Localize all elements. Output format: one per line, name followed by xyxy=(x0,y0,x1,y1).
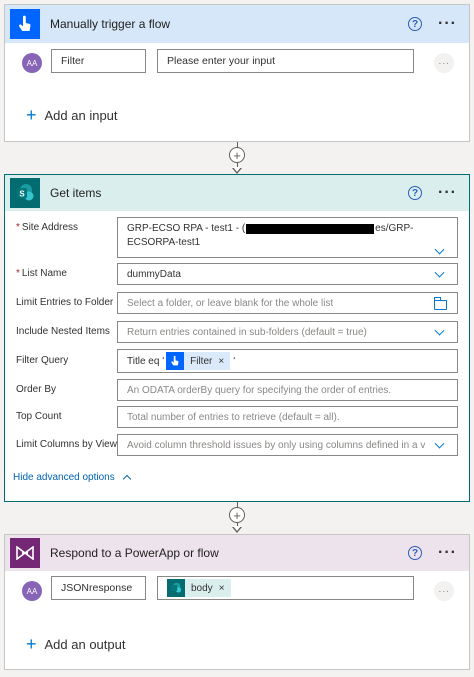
plus-icon: + xyxy=(26,634,37,654)
chevron-down-icon[interactable] xyxy=(434,267,445,278)
more-options-icon[interactable]: ··· xyxy=(438,545,457,561)
input-name-field[interactable]: Filter xyxy=(51,49,146,73)
limit-columns-field[interactable]: Avoid column threshold issues by only us… xyxy=(117,434,458,456)
limit-columns-label: Limit Columns by View xyxy=(16,439,117,450)
output-name-field[interactable]: JSONresponse xyxy=(51,576,146,600)
chevron-up-icon xyxy=(122,474,131,484)
limit-folder-field[interactable]: Select a folder, or leave blank for the … xyxy=(117,292,458,314)
order-by-placeholder: An ODATA orderBy query for specifying th… xyxy=(127,384,392,396)
filter-token-label: Filter xyxy=(190,355,213,367)
output-value-field[interactable]: body × xyxy=(157,576,414,600)
respond-title: Respond to a PowerApp or flow xyxy=(50,546,219,560)
filter-query-prefix: Title eq ' xyxy=(127,355,165,367)
chevron-down-icon[interactable] xyxy=(434,325,445,336)
plus-icon: + xyxy=(26,105,37,125)
arrow-down-icon xyxy=(232,526,242,533)
sharepoint-icon xyxy=(167,579,185,597)
add-output-label: Add an output xyxy=(44,636,126,652)
close-icon[interactable]: × xyxy=(219,583,225,594)
insert-step-button[interactable]: + xyxy=(229,507,245,523)
limit-folder-label: Limit Entries to Folder xyxy=(16,297,114,308)
list-name-value: dummyData xyxy=(127,268,181,280)
list-name-field[interactable]: dummyData xyxy=(117,263,458,285)
respond-card: Respond to a PowerApp or flow ? ··· AA J… xyxy=(4,534,470,670)
chevron-down-icon[interactable] xyxy=(434,244,445,255)
list-name-label: * List Name xyxy=(16,268,67,279)
insert-step-button[interactable]: + xyxy=(229,147,245,163)
hide-advanced-options-link[interactable]: Hide advanced options xyxy=(13,472,131,484)
more-options-icon[interactable]: ··· xyxy=(438,16,457,32)
get-items-title: Get items xyxy=(50,186,102,200)
top-count-label: Top Count xyxy=(16,411,62,422)
required-marker: * xyxy=(16,268,20,279)
chevron-down-icon[interactable] xyxy=(434,438,445,449)
trigger-card: Manually trigger a flow ? ··· AA Filter … xyxy=(4,4,470,142)
limit-folder-placeholder: Select a folder, or leave blank for the … xyxy=(127,297,334,309)
filter-token[interactable]: Filter × xyxy=(166,352,231,370)
hide-advanced-options-label: Hide advanced options xyxy=(13,472,115,483)
site-address-value-line2: ECSORPA-test1 xyxy=(127,237,201,248)
order-by-label: Order By xyxy=(16,384,57,395)
filter-query-field[interactable]: Title eq ' Filter × ' xyxy=(117,349,458,373)
body-token-label: body xyxy=(191,582,213,594)
nested-items-label: Include Nested Items xyxy=(16,326,110,337)
svg-text:S: S xyxy=(19,189,25,198)
more-options-icon[interactable]: ··· xyxy=(438,185,457,201)
output-more-icon[interactable]: ··· xyxy=(434,581,454,601)
help-icon[interactable]: ? xyxy=(408,546,423,560)
top-count-field[interactable]: Total number of entries to retrieve (def… xyxy=(117,406,458,428)
output-type-avatar: AA xyxy=(22,581,42,601)
body-token[interactable]: body × xyxy=(167,579,231,597)
folder-icon[interactable] xyxy=(434,297,447,310)
limit-columns-placeholder: Avoid column threshold issues by only us… xyxy=(127,439,425,451)
powerapps-icon xyxy=(10,538,40,568)
required-marker: * xyxy=(16,222,20,233)
nested-items-placeholder: Return entries contained in sub-folders … xyxy=(127,326,367,338)
close-icon[interactable]: × xyxy=(218,356,224,367)
trigger-card-header[interactable]: Manually trigger a flow ? ··· xyxy=(5,5,469,43)
help-icon[interactable]: ? xyxy=(408,186,423,200)
filter-query-suffix: ' xyxy=(233,355,236,367)
add-input-button[interactable]: + Add an input xyxy=(26,106,118,124)
input-more-icon[interactable]: ··· xyxy=(434,53,454,73)
add-input-label: Add an input xyxy=(44,107,118,123)
order-by-field[interactable]: An ODATA orderBy query for specifying th… xyxy=(117,379,458,401)
site-address-value-suffix: es/GRP- xyxy=(375,223,414,234)
top-count-placeholder: Total number of entries to retrieve (def… xyxy=(127,411,340,423)
trigger-title: Manually trigger a flow xyxy=(50,17,171,31)
add-output-button[interactable]: + Add an output xyxy=(26,635,125,653)
site-address-field[interactable]: GRP-ECSO RPA - test1 - ( es/GRP- ECSORPA… xyxy=(117,217,458,258)
sharepoint-icon: S xyxy=(10,178,40,208)
input-type-avatar: AA xyxy=(22,53,42,73)
redacted-block xyxy=(246,224,375,234)
filter-query-label: Filter Query xyxy=(16,355,69,366)
site-address-value-prefix: GRP-ECSO RPA - test1 - ( xyxy=(127,223,246,234)
help-icon[interactable]: ? xyxy=(408,17,423,31)
nested-items-field[interactable]: Return entries contained in sub-folders … xyxy=(117,321,458,343)
hand-touch-icon xyxy=(10,9,40,39)
respond-card-header[interactable]: Respond to a PowerApp or flow ? ··· xyxy=(5,535,469,571)
hand-touch-icon xyxy=(166,352,185,370)
site-address-label: * Site Address xyxy=(16,222,79,233)
input-prompt-field[interactable]: Please enter your input xyxy=(157,49,414,73)
get-items-card-header[interactable]: S Get items ? ··· xyxy=(5,175,469,211)
